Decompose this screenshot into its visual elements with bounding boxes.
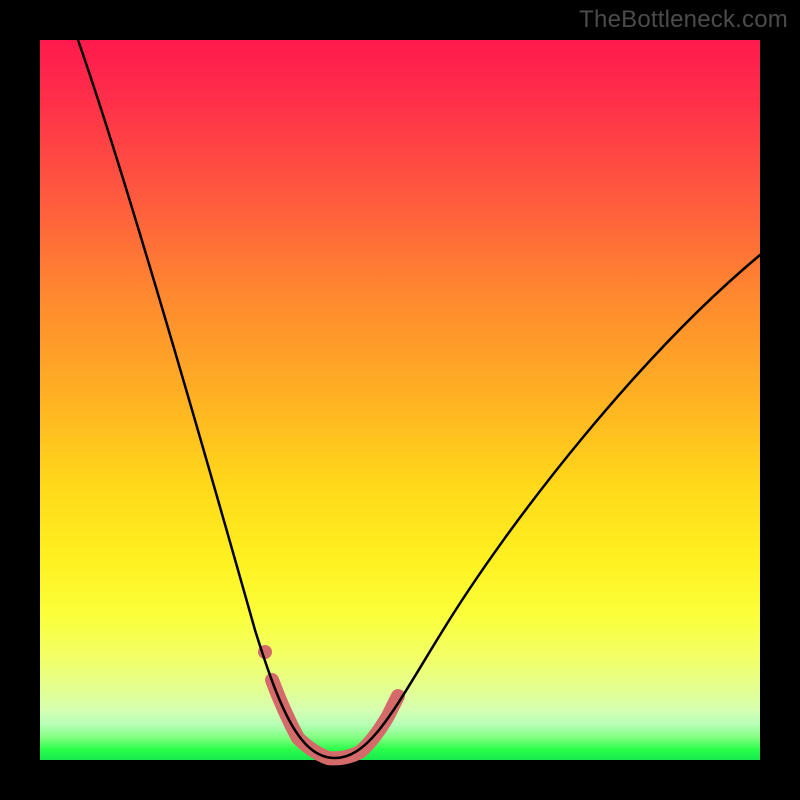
trough-highlight-path [272, 680, 398, 758]
bottleneck-curve-path [78, 40, 760, 758]
chart-svg [40, 40, 760, 760]
watermark-text: TheBottleneck.com [579, 6, 788, 34]
chart-frame: TheBottleneck.com [0, 0, 800, 800]
